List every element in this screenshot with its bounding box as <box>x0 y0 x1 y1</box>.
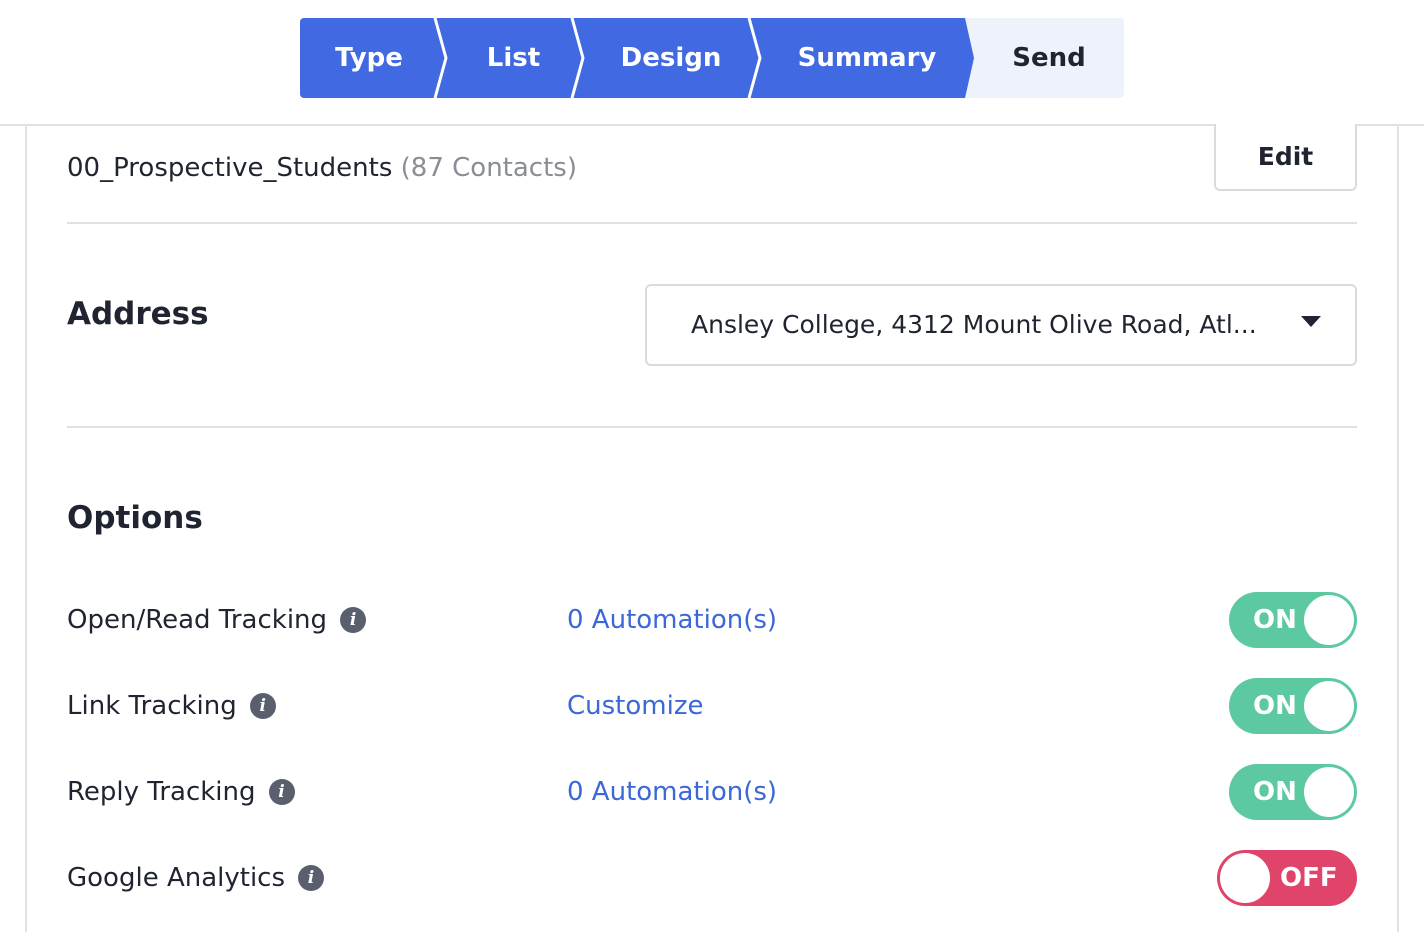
option-google-analytics: Google Analytics i <box>67 858 325 898</box>
list-name: 00_Prospective_Students <box>67 153 393 183</box>
option-open-read-tracking: Open/Read Tracking i <box>67 600 367 640</box>
step-summary[interactable]: Summary <box>760 18 974 98</box>
toggle-knob <box>1304 595 1354 645</box>
toggle-state: ON <box>1253 777 1297 807</box>
option-label: Google Analytics <box>67 863 286 893</box>
info-icon[interactable]: i <box>249 693 276 719</box>
address-select[interactable]: Ansley College, 4312 Mount Olive Road, A… <box>645 284 1357 366</box>
reply-tracking-automations-link[interactable]: 0 Automation(s) <box>567 772 777 812</box>
step-send[interactable]: Send <box>974 18 1124 98</box>
address-title: Address <box>67 296 209 332</box>
link-tracking-customize-link[interactable]: Customize <box>567 686 703 726</box>
divider <box>67 426 1357 428</box>
edit-list-button[interactable]: Edit <box>1214 124 1357 191</box>
list-summary: 00_Prospective_Students (87 Contacts) <box>67 150 577 186</box>
caret-down-icon <box>1301 316 1321 327</box>
open-read-automations-link[interactable]: 0 Automation(s) <box>567 600 777 640</box>
open-read-tracking-toggle[interactable]: ON <box>1229 592 1357 648</box>
reply-tracking-toggle[interactable]: ON <box>1229 764 1357 820</box>
toggle-knob <box>1304 681 1354 731</box>
google-analytics-toggle[interactable]: OFF <box>1217 850 1357 906</box>
options-title: Options <box>67 500 203 536</box>
toggle-state: ON <box>1253 605 1297 635</box>
option-link-tracking: Link Tracking i <box>67 686 276 726</box>
toggle-knob <box>1304 767 1354 817</box>
info-icon[interactable]: i <box>340 607 367 633</box>
toggle-state: OFF <box>1280 863 1338 893</box>
toggle-state: ON <box>1253 691 1297 721</box>
info-icon[interactable]: i <box>268 779 295 805</box>
divider <box>67 222 1357 224</box>
option-reply-tracking: Reply Tracking i <box>67 772 295 812</box>
wizard-steps: Type List Design Summary Send <box>300 18 1124 98</box>
toggle-knob <box>1220 853 1270 903</box>
list-contact-count: (87 Contacts) <box>400 153 577 183</box>
option-label: Reply Tracking <box>67 777 256 807</box>
option-label: Link Tracking <box>67 691 237 721</box>
wizard-header: Type List Design Summary Send <box>0 0 1424 126</box>
address-select-value: Ansley College, 4312 Mount Olive Road, A… <box>691 310 1257 339</box>
step-list[interactable]: List <box>446 18 581 98</box>
step-design[interactable]: Design <box>583 18 759 98</box>
link-tracking-toggle[interactable]: ON <box>1229 678 1357 734</box>
option-label: Open/Read Tracking <box>67 605 328 635</box>
info-icon[interactable]: i <box>298 865 325 891</box>
step-type[interactable]: Type <box>300 18 438 98</box>
